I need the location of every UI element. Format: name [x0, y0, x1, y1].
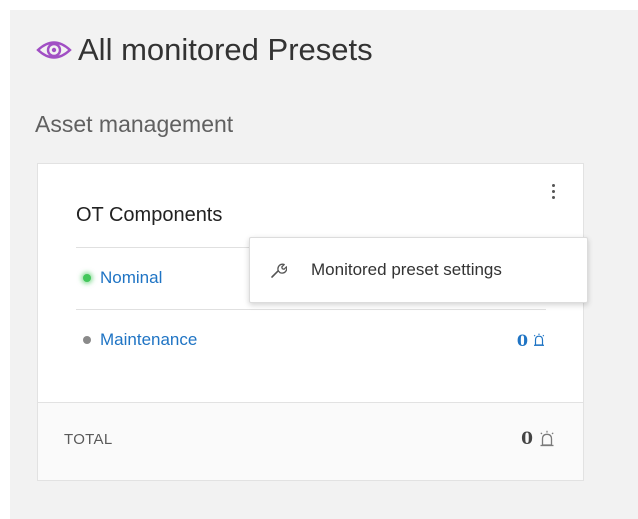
maintenance-count-group[interactable]: 0 [517, 331, 546, 350]
card-title: OT Components [76, 204, 223, 226]
total-count: 0 [521, 429, 533, 449]
preset-actions-dropdown: Monitored preset settings [249, 237, 588, 303]
maintenance-link[interactable]: Maintenance [100, 330, 197, 350]
divider [76, 309, 546, 310]
monitored-preset-settings-item[interactable]: Monitored preset settings [250, 238, 587, 302]
total-count-group: 0 [521, 429, 556, 449]
kebab-menu-icon[interactable] [543, 178, 563, 204]
page-title: All monitored Presets [36, 32, 373, 68]
alarm-icon [533, 333, 545, 346]
status-row-maintenance: Maintenance 0 [76, 328, 546, 352]
monitored-presets-panel: All monitored Presets Asset management O… [10, 10, 638, 519]
section-title: Asset management [35, 111, 234, 137]
maintenance-count[interactable]: 0 [517, 331, 528, 350]
nominal-link[interactable]: Nominal [100, 268, 162, 288]
preset-card: OT Components Nominal Maintenance 0 TOTA… [37, 163, 584, 481]
alarm-icon [540, 430, 554, 447]
page-title-text: All monitored Presets [78, 32, 373, 67]
eye-icon [36, 41, 72, 59]
status-dot-maintenance [83, 336, 91, 344]
wrench-icon [271, 263, 287, 278]
menu-item-label: Monitored preset settings [311, 260, 502, 279]
card-footer: TOTAL 0 [38, 402, 583, 480]
total-label: TOTAL [64, 431, 113, 448]
status-dot-nominal [83, 274, 91, 282]
